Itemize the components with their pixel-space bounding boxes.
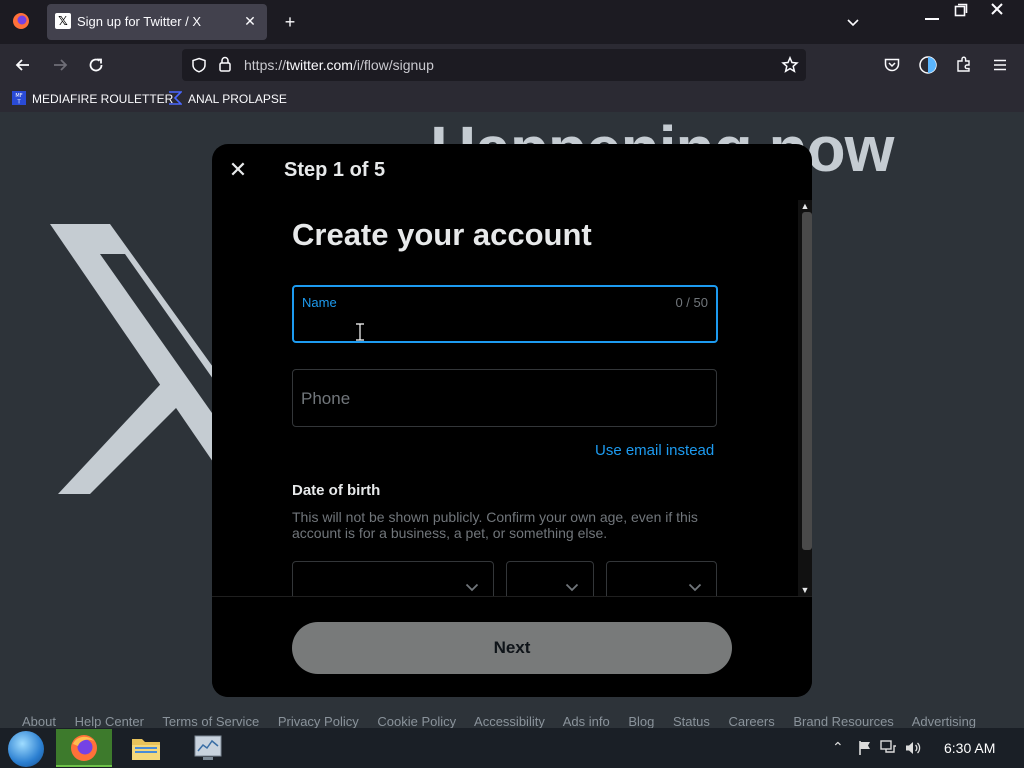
list-tabs-chevron-icon[interactable] xyxy=(846,15,860,29)
tab-bar: 𝕏 Sign up for Twitter / X ✕ + xyxy=(0,0,1024,44)
x-logo-icon: 𝕏 xyxy=(55,13,71,29)
footer-link-cookie[interactable]: Cookie Policy xyxy=(377,714,456,728)
tab-close-icon[interactable]: ✕ xyxy=(241,12,259,30)
shield-icon[interactable] xyxy=(191,57,207,73)
footer-link-help-center[interactable]: Help Center xyxy=(75,714,144,728)
sigma-icon xyxy=(169,91,182,105)
date-of-birth-title: Date of birth xyxy=(292,482,381,499)
modal-footer: Next xyxy=(212,596,812,697)
chevron-down-icon xyxy=(565,583,579,592)
start-orb-icon[interactable] xyxy=(8,731,44,767)
footer-link-ads-info[interactable]: Ads info xyxy=(563,714,610,728)
name-char-counter: 0 / 50 xyxy=(675,295,708,310)
chevron-down-icon xyxy=(688,583,702,592)
volume-icon[interactable] xyxy=(904,740,922,756)
scroll-up-icon[interactable]: ▲ xyxy=(798,200,812,212)
bookmark-label: MEDIAFIRE ROULETTER xyxy=(32,92,174,106)
scroll-thumb[interactable] xyxy=(802,212,812,550)
minimize-icon[interactable] xyxy=(925,18,939,20)
lock-icon[interactable] xyxy=(218,56,232,72)
firefox-menu-icon[interactable] xyxy=(11,11,31,31)
reload-icon[interactable] xyxy=(87,56,105,74)
mft-icon: MFT xyxy=(12,91,26,105)
tab-twitter-signup[interactable]: 𝕏 Sign up for Twitter / X ✕ xyxy=(47,4,267,40)
footer-link-about[interactable]: About xyxy=(22,714,56,728)
footer-link-brand-resources[interactable]: Brand Resources xyxy=(793,714,893,728)
modal-close-icon[interactable]: ✕ xyxy=(226,158,250,182)
bookmarks-toolbar: MF T MEDIAFIRE ROULETTER ANAL PROLAPSE xyxy=(0,86,1024,112)
new-tab-plus-icon[interactable]: + xyxy=(278,10,302,34)
hamburger-menu-icon[interactable] xyxy=(991,56,1009,74)
restore-icon[interactable] xyxy=(954,3,968,17)
bookmark-mediafire[interactable]: MF T MEDIAFIRE ROULETTER xyxy=(12,90,173,108)
footer-link-careers[interactable]: Careers xyxy=(728,714,774,728)
phone-input[interactable]: Phone xyxy=(292,369,717,427)
name-label: Name xyxy=(302,295,337,310)
tray-expand-icon[interactable]: ⌃ xyxy=(832,739,844,755)
window-close-icon[interactable] xyxy=(990,2,1004,16)
next-button[interactable]: Next xyxy=(292,622,732,674)
taskbar: ⌃ 6:30 AM xyxy=(0,728,1024,768)
footer-links: About Help Center Terms of Service Priva… xyxy=(22,714,1022,728)
phone-placeholder: Phone xyxy=(301,389,351,408)
tab-title: Sign up for Twitter / X xyxy=(77,14,202,29)
bookmark-label: ANAL PROLAPSE xyxy=(188,92,287,106)
bookmark-star-icon[interactable] xyxy=(781,56,799,74)
footer-link-accessibility[interactable]: Accessibility xyxy=(474,714,545,728)
firefox-icon xyxy=(71,735,97,761)
back-arrow-icon[interactable] xyxy=(14,56,32,74)
taskbar-system-monitor[interactable] xyxy=(180,729,236,767)
account-sync-icon[interactable] xyxy=(918,55,938,75)
taskbar-file-explorer[interactable] xyxy=(118,729,174,767)
url-bar[interactable]: https://twitter.com/i/flow/signup xyxy=(182,49,806,81)
month-label: Month xyxy=(293,563,330,578)
bookmark-sigma[interactable]: ANAL PROLAPSE xyxy=(168,90,287,108)
network-icon[interactable] xyxy=(880,740,898,756)
scroll-down-icon[interactable]: ▼ xyxy=(798,584,812,596)
url-text[interactable]: https://twitter.com/i/flow/signup xyxy=(244,57,434,73)
extensions-puzzle-icon[interactable] xyxy=(955,55,973,73)
footer-link-terms[interactable]: Terms of Service xyxy=(162,714,259,728)
footer-link-blog[interactable]: Blog xyxy=(628,714,654,728)
signup-modal: ✕ Step 1 of 5 Create your account Name 0… xyxy=(212,144,812,697)
modal-scrollbar[interactable]: ▲ ▼ xyxy=(798,200,812,596)
text-cursor-icon xyxy=(356,323,364,341)
date-of-birth-description: This will not be shown publicly. Confirm… xyxy=(292,509,698,541)
taskbar-firefox[interactable] xyxy=(56,729,112,767)
url-prefix: https:// xyxy=(244,57,287,73)
use-email-instead-link[interactable]: Use email instead xyxy=(595,442,714,459)
monitor-icon xyxy=(194,735,222,760)
modal-heading: Create your account xyxy=(292,217,592,252)
footer-link-privacy[interactable]: Privacy Policy xyxy=(278,714,359,728)
year-label: Year xyxy=(607,563,634,578)
day-label: Day xyxy=(507,563,531,578)
navigation-toolbar: https://twitter.com/i/flow/signup xyxy=(0,44,1024,86)
taskbar-clock[interactable]: 6:30 AM xyxy=(944,740,995,756)
forward-arrow-icon[interactable] xyxy=(51,56,69,74)
url-path: /i/flow/signup xyxy=(352,57,434,73)
footer-link-status[interactable]: Status xyxy=(673,714,710,728)
url-host: twitter.com xyxy=(286,57,353,73)
chevron-down-icon xyxy=(465,583,479,592)
action-center-flag-icon[interactable] xyxy=(857,740,873,756)
pocket-icon[interactable] xyxy=(883,56,901,74)
footer-link-advertising[interactable]: Advertising xyxy=(912,714,976,728)
svg-text:MF: MF xyxy=(15,93,22,99)
folder-icon xyxy=(132,739,160,760)
step-indicator: Step 1 of 5 xyxy=(284,159,386,181)
